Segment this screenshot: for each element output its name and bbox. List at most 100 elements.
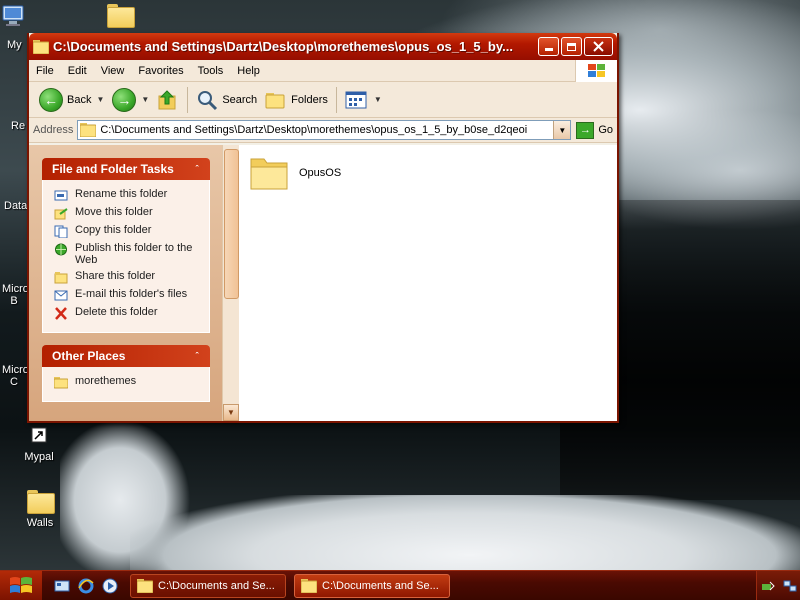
close-button[interactable]: [584, 37, 613, 56]
taskbar-button-explorer-2[interactable]: C:\Documents and Se...: [294, 573, 450, 598]
media-player-icon[interactable]: [101, 577, 119, 595]
taskbar-button-explorer-1[interactable]: C:\Documents and Se...: [130, 573, 286, 598]
task-label: Publish this folder to the Web: [75, 242, 193, 266]
copy-icon: [53, 224, 69, 238]
go-arrow-icon: →: [576, 121, 595, 139]
desktop-icon-walls[interactable]: Walls: [5, 490, 75, 529]
search-label: Search: [222, 93, 258, 106]
address-input[interactable]: C:\Documents and Settings\Dartz\Desktop\…: [77, 120, 572, 140]
toolbar: ← Back ▼ → ▼ Search Folders ▼: [29, 82, 617, 118]
task-label: Delete this folder: [75, 306, 158, 318]
file-item-opusos[interactable]: OpusOS: [249, 155, 341, 191]
window-content: File and Folder Tasks ˆ Rename this fold…: [29, 145, 617, 421]
folders-button[interactable]: Folders: [261, 85, 332, 115]
safely-remove-hardware-icon[interactable]: [760, 577, 776, 595]
taskbar: C:\Documents and Se... C:\Documents and …: [0, 570, 800, 600]
go-button[interactable]: → Go: [576, 121, 613, 139]
task-copy-folder[interactable]: Copy this folder: [53, 224, 203, 238]
start-button[interactable]: [0, 570, 42, 600]
show-desktop-icon[interactable]: [53, 577, 71, 595]
panel-header[interactable]: Other Places ˆ: [42, 345, 210, 367]
menu-edit[interactable]: Edit: [61, 65, 94, 77]
views-button[interactable]: ▼: [341, 85, 386, 115]
internet-explorer-icon[interactable]: [77, 577, 95, 595]
place-label: morethemes: [75, 375, 137, 387]
forward-arrow-icon: →: [112, 87, 137, 112]
chevron-down-icon[interactable]: ▼: [374, 95, 382, 104]
task-move-folder[interactable]: Move this folder: [53, 206, 203, 220]
menu-file[interactable]: File: [29, 65, 61, 77]
address-value: C:\Documents and Settings\Dartz\Desktop\…: [100, 124, 528, 136]
desktop-icon-recycle-label[interactable]: Re: [11, 120, 25, 132]
maximize-button[interactable]: [561, 37, 582, 56]
close-icon: [593, 41, 604, 52]
minimize-button[interactable]: [538, 37, 559, 56]
window-titlebar[interactable]: C:\Documents and Settings\Dartz\Desktop\…: [29, 33, 617, 60]
folder-icon: [53, 375, 69, 389]
task-publish-web[interactable]: Publish this folder to the Web: [53, 242, 203, 266]
back-arrow-icon: ←: [39, 87, 63, 112]
email-icon: [53, 288, 69, 302]
chevron-down-icon[interactable]: ▼: [553, 121, 571, 139]
toolbar-separator: [335, 86, 337, 113]
desktop-icon-walls-label: Walls: [26, 517, 54, 529]
desktop-icon-folder[interactable]: [85, 4, 155, 31]
task-label: E-mail this folder's files: [75, 288, 188, 300]
task-label: Share this folder: [75, 270, 156, 282]
folder-icon: [32, 39, 50, 54]
share-icon: [53, 270, 69, 284]
chevron-down-icon[interactable]: ▼: [141, 95, 149, 104]
chevron-down-icon[interactable]: ▼: [96, 95, 104, 104]
forward-button[interactable]: → ▼: [108, 85, 153, 115]
task-pane-scrollbar[interactable]: ▼: [222, 145, 239, 421]
windows-logo-icon: [575, 60, 617, 82]
desktop-icon-mypal[interactable]: Mypal: [4, 424, 74, 463]
go-label: Go: [598, 124, 613, 136]
network-icon[interactable]: [782, 577, 797, 595]
system-tray: [756, 571, 800, 600]
up-folder-button[interactable]: [153, 85, 183, 115]
desktop-icon-label: My: [7, 39, 22, 51]
search-button[interactable]: Search: [192, 85, 261, 115]
desktop-icon-data-label[interactable]: Data: [4, 200, 27, 212]
scroll-down-icon[interactable]: ▼: [223, 404, 239, 421]
file-name: OpusOS: [299, 167, 342, 179]
wallpaper-snow-bank: [130, 495, 800, 570]
menu-help[interactable]: Help: [230, 65, 267, 77]
toolbar-separator: [187, 86, 189, 113]
folder-icon: [27, 490, 55, 514]
panel-body: Rename this folder Move this folder Copy…: [42, 180, 210, 333]
folder-icon: [250, 158, 288, 190]
menubar: File Edit View Favorites Tools Help: [29, 60, 617, 82]
desktop-icon-my-computer[interactable]: [0, 4, 48, 31]
task-share-folder[interactable]: Share this folder: [53, 270, 203, 284]
panel-title: Other Places: [52, 349, 126, 363]
desktop-icon-mypal-label: Mypal: [24, 451, 54, 463]
task-pane: File and Folder Tasks ˆ Rename this fold…: [29, 145, 239, 421]
desktop-icon-microsoft-label[interactable]: Micro B: [2, 283, 29, 307]
place-morethemes[interactable]: morethemes: [53, 375, 203, 389]
back-button[interactable]: ← Back ▼: [35, 85, 108, 115]
minimize-icon: [544, 48, 553, 51]
collapse-icon[interactable]: ˆ: [190, 349, 204, 363]
task-email-files[interactable]: E-mail this folder's files: [53, 288, 203, 302]
menu-tools[interactable]: Tools: [191, 65, 231, 77]
task-rename-folder[interactable]: Rename this folder: [53, 188, 203, 202]
file-list: OpusOS: [239, 145, 617, 421]
other-places-panel: Other Places ˆ morethemes: [42, 345, 210, 402]
up-folder-icon: [158, 89, 176, 109]
folder-icon: [137, 578, 153, 593]
desktop-icon-microsoft-c-label[interactable]: Micro C: [2, 364, 29, 388]
taskbar-button-label: C:\Documents and Se...: [158, 579, 275, 592]
folder-icon: [80, 123, 97, 137]
delete-icon: [53, 306, 69, 320]
scrollbar-thumb[interactable]: [224, 149, 239, 299]
windows-logo-icon: [10, 576, 32, 593]
panel-header[interactable]: File and Folder Tasks ˆ: [42, 158, 210, 180]
menu-view[interactable]: View: [94, 65, 132, 77]
collapse-icon[interactable]: ˆ: [190, 162, 204, 176]
rename-icon: [53, 188, 69, 202]
task-delete-folder[interactable]: Delete this folder: [53, 306, 203, 320]
menu-favorites[interactable]: Favorites: [131, 65, 190, 77]
publish-web-icon: [53, 242, 69, 256]
